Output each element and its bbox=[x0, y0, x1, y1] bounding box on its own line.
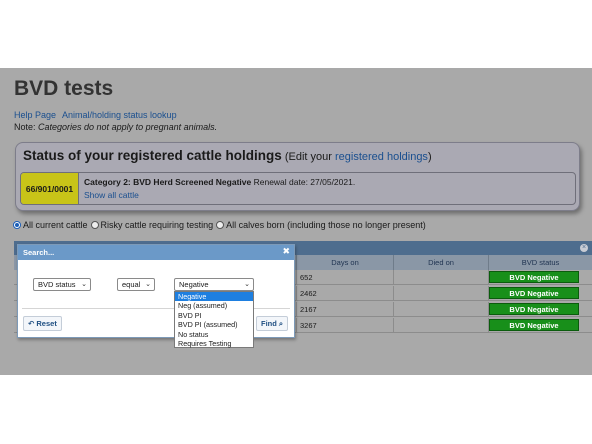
option-no-status[interactable]: No status bbox=[175, 330, 253, 339]
cell-days-on: 3267 bbox=[296, 318, 393, 333]
help-page-link[interactable]: Help Page bbox=[14, 110, 56, 120]
filter-label-all-current: All current cattle bbox=[23, 220, 88, 230]
cell-bvd-status: BVD Negative bbox=[488, 270, 592, 285]
radio-all-calves[interactable] bbox=[216, 221, 225, 229]
grid-collapse-icon[interactable]: × bbox=[580, 244, 588, 252]
cell-bvd-status: BVD Negative bbox=[488, 286, 592, 301]
cell-died-on bbox=[393, 286, 488, 301]
cell-days-on: 652 bbox=[296, 270, 393, 285]
holdings-panel: Status of your registered cattle holding… bbox=[15, 142, 580, 211]
cell-died-on bbox=[393, 302, 488, 317]
note-text: Categories do not apply to pregnant anim… bbox=[38, 122, 218, 132]
renewal-date: Renewal date: 27/05/2021. bbox=[251, 177, 356, 187]
status-badge: BVD Negative bbox=[489, 287, 579, 299]
registered-holdings-link[interactable]: registered holdings bbox=[335, 151, 428, 163]
reset-icon: ↶ bbox=[28, 319, 35, 328]
chevron-down-icon: ⌄ bbox=[244, 281, 250, 288]
chevron-down-icon: ⌄ bbox=[81, 281, 87, 288]
filter-label-risky: Risky cattle requiring testing bbox=[100, 220, 214, 230]
status-badge: BVD Negative bbox=[489, 319, 579, 331]
column-bvd-status[interactable]: BVD status bbox=[488, 255, 592, 270]
cell-days-on: 2462 bbox=[296, 286, 393, 301]
cell-bvd-status: BVD Negative bbox=[488, 318, 592, 333]
radio-all-current-cattle[interactable] bbox=[13, 221, 21, 229]
holdings-title: Status of your registered cattle holding… bbox=[23, 148, 432, 163]
search-operator-select[interactable]: equal ⌄ bbox=[117, 278, 155, 291]
option-negative[interactable]: Negative bbox=[175, 292, 253, 302]
option-bvd-pi[interactable]: BVD PI bbox=[175, 311, 253, 320]
holding-id: 66/901/0001 bbox=[21, 173, 79, 204]
radio-risky-cattle[interactable] bbox=[90, 221, 99, 229]
find-button[interactable]: Find ⌕ bbox=[256, 316, 289, 331]
note: Note: Categories do not apply to pregnan… bbox=[14, 122, 218, 132]
status-badge: BVD Negative bbox=[489, 303, 579, 315]
option-requires-testing[interactable]: Requires Testing bbox=[175, 339, 253, 348]
option-neg-assumed[interactable]: Neg (assumed) bbox=[175, 301, 253, 310]
page-title: BVD tests bbox=[14, 77, 114, 100]
search-title-bar[interactable]: Search... ✖ bbox=[18, 245, 294, 260]
cell-died-on bbox=[393, 318, 488, 333]
cell-days-on: 2167 bbox=[296, 302, 393, 317]
search-icon: ⌕ bbox=[278, 319, 284, 328]
option-bvd-pi-assumed[interactable]: BVD PI (assumed) bbox=[175, 320, 253, 329]
chevron-down-icon: ⌄ bbox=[145, 281, 151, 288]
cattle-filter-group: All current cattle Risky cattle requirin… bbox=[13, 220, 426, 230]
cell-died-on bbox=[393, 270, 488, 285]
search-value-select[interactable]: Negative ⌄ bbox=[174, 278, 254, 291]
column-days-on[interactable]: Days on bbox=[296, 255, 393, 270]
search-field-select[interactable]: BVD status ⌄ bbox=[33, 278, 91, 291]
holding-row: 66/901/0001 Category 2: BVD Herd Screene… bbox=[20, 172, 576, 205]
search-title: Search... bbox=[23, 248, 55, 257]
cell-bvd-status: BVD Negative bbox=[488, 302, 592, 317]
show-all-cattle-link[interactable]: Show all cattle bbox=[84, 190, 139, 200]
status-options-list: Negative Neg (assumed) BVD PI BVD PI (as… bbox=[174, 291, 254, 348]
status-badge: BVD Negative bbox=[489, 271, 579, 283]
holding-category: Category 2: BVD Herd Screened Negative R… bbox=[84, 177, 356, 187]
close-icon[interactable]: ✖ bbox=[282, 246, 290, 257]
status-lookup-link[interactable]: Animal/holding status lookup bbox=[62, 110, 177, 120]
filter-label-calves: All calves born (including those no long… bbox=[226, 220, 426, 230]
column-died-on[interactable]: Died on bbox=[393, 255, 488, 270]
reset-button[interactable]: ↶ Reset bbox=[23, 316, 62, 331]
